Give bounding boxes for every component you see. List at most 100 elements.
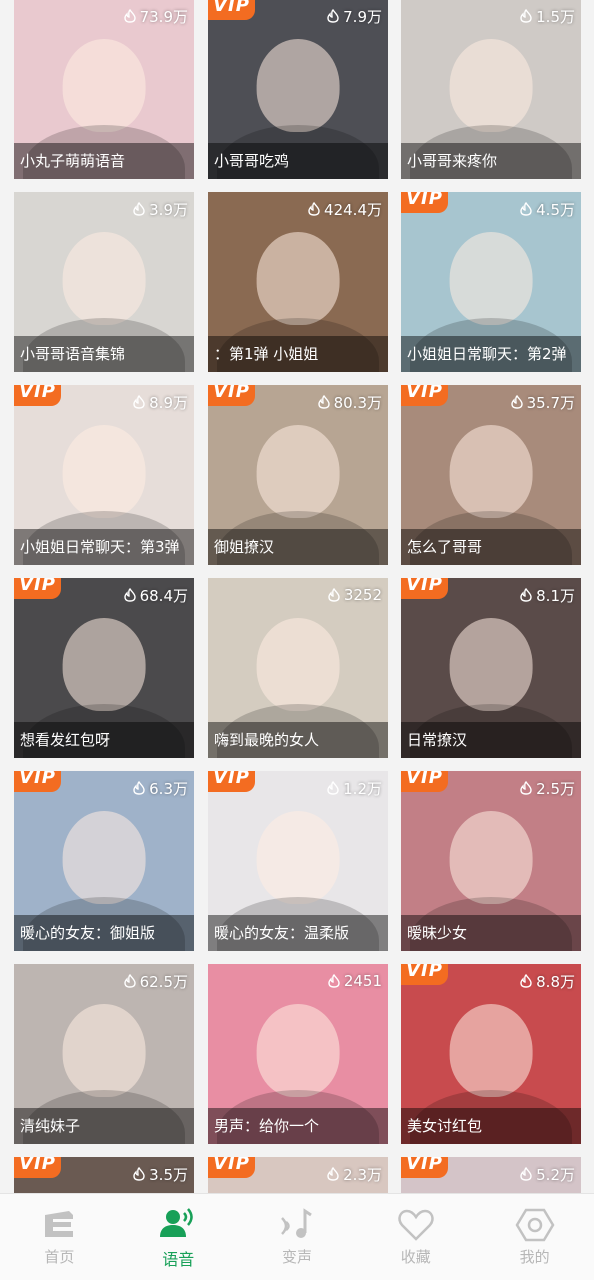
voice-card[interactable]: VIP 2.3万 xyxy=(208,1157,388,1194)
vip-badge: VIP xyxy=(208,0,255,20)
fire-icon xyxy=(520,974,532,988)
vip-badge: VIP xyxy=(401,578,448,599)
card-caption: 御姐撩汉 xyxy=(208,529,388,565)
fire-icon xyxy=(133,1167,145,1181)
fire-icon xyxy=(510,395,523,409)
card-caption: 清纯妹子 xyxy=(14,1108,194,1144)
view-count-text: 1.5万 xyxy=(536,7,575,26)
fire-icon xyxy=(133,781,145,795)
voice-card[interactable]: 2451 男声：给你一个 xyxy=(208,964,388,1144)
fire-icon xyxy=(123,588,136,602)
card-caption: 小姐姐日常聊天：第2弹 xyxy=(401,336,581,372)
voice-card[interactable]: VIP 4.5万小姐姐日常聊天：第2弹 xyxy=(401,192,581,372)
view-count-text: 1.2万 xyxy=(343,779,382,798)
voice-card[interactable]: VIP 80.3万 御姐撩汉 xyxy=(208,385,388,565)
fire-icon xyxy=(520,588,532,602)
voice-card[interactable]: 424.4万 ：第1弹 小姐姐 xyxy=(208,192,388,372)
card-caption: 暖心的女友：温柔版 xyxy=(208,915,388,951)
fire-icon xyxy=(317,395,330,409)
voice-card[interactable]: VIP 1.2万暖心的女友：温柔版 xyxy=(208,771,388,951)
view-count-text: 424.4万 xyxy=(324,200,382,219)
voice-card[interactable]: VIP 8.1万 日常撩汉 xyxy=(401,578,581,758)
fire-icon xyxy=(327,781,339,795)
view-count: 2.5万 xyxy=(519,777,575,799)
vip-badge: VIP xyxy=(14,771,61,792)
view-count-text: 6.3万 xyxy=(149,779,188,798)
tab-mine[interactable]: 我的 xyxy=(475,1194,594,1280)
tab-home[interactable]: 首页 xyxy=(0,1194,119,1280)
fire-icon xyxy=(328,974,340,988)
tab-favorites[interactable]: 收藏 xyxy=(356,1194,475,1280)
tab-voice-change-label: 变声 xyxy=(281,1248,312,1266)
voice-card[interactable]: VIP 68.4万 想看发红包呀 xyxy=(14,578,194,758)
card-caption: 想看发红包呀 xyxy=(14,722,194,758)
voice-card[interactable]: VIP 5.2万 xyxy=(401,1157,581,1194)
view-count-text: 2451 xyxy=(343,972,382,990)
voice-user-icon xyxy=(160,1208,193,1237)
tab-voice-change[interactable]: 变声 xyxy=(238,1194,357,1280)
fire-icon xyxy=(327,9,339,23)
vip-badge: VIP xyxy=(14,1157,61,1178)
tab-voice-label: 语音 xyxy=(162,1250,195,1269)
view-count: 4.5万 xyxy=(519,198,575,220)
view-count: 5.2万 xyxy=(519,1163,575,1185)
view-count-text: 35.7万 xyxy=(526,393,575,412)
view-count-text: 80.3万 xyxy=(333,393,382,412)
fire-icon xyxy=(328,588,340,602)
card-caption: 怎么了哥哥 xyxy=(401,529,581,565)
voice-card[interactable]: VIP 2.5万 暧昧少女 xyxy=(401,771,581,951)
vip-badge: VIP xyxy=(401,192,448,213)
vip-badge: VIP xyxy=(208,1157,255,1178)
view-count: 68.4万 xyxy=(123,584,188,606)
view-count-text: 68.4万 xyxy=(139,586,188,605)
view-count-text: 5.2万 xyxy=(536,1165,575,1184)
view-count: 7.9万 xyxy=(326,5,382,27)
card-caption: 美女讨红包 xyxy=(401,1108,581,1144)
view-count-text: 73.9万 xyxy=(139,7,188,26)
voice-card[interactable]: 3.9万 小哥哥语音集锦 xyxy=(14,192,194,372)
view-count-text: 7.9万 xyxy=(343,7,382,26)
heart-icon xyxy=(398,1209,434,1241)
voice-card[interactable]: 73.9万小丸子萌萌语音 xyxy=(14,0,194,179)
home-icon xyxy=(45,1211,74,1237)
voice-card[interactable]: VIP 8.8万美女讨红包 xyxy=(401,964,581,1144)
view-count-text: 4.5万 xyxy=(536,200,575,219)
fire-icon xyxy=(123,9,136,23)
fire-icon xyxy=(133,395,145,409)
view-count-text: 62.5万 xyxy=(139,972,188,991)
view-count: 3.5万 xyxy=(132,1163,188,1185)
view-count: 35.7万 xyxy=(510,391,575,413)
view-count-text: 8.8万 xyxy=(536,972,575,991)
card-caption: 男声：给你一个 xyxy=(208,1108,388,1144)
fire-icon xyxy=(520,1167,532,1181)
vip-badge: VIP xyxy=(401,385,448,406)
card-caption: 小哥哥来疼你 xyxy=(401,143,581,179)
view-count: 80.3万 xyxy=(317,391,382,413)
voice-card[interactable]: VIP 3.5万 xyxy=(14,1157,194,1194)
hexagon-icon xyxy=(515,1208,555,1242)
card-caption: ：第1弹 小姐姐 xyxy=(208,336,388,372)
fire-icon xyxy=(133,202,145,216)
view-count: 1.5万 xyxy=(519,5,575,27)
fire-icon xyxy=(123,974,136,988)
vip-badge: VIP xyxy=(401,964,448,985)
view-count: 8.1万 xyxy=(519,584,575,606)
view-count-text: 2.5万 xyxy=(536,779,575,798)
voice-card[interactable]: VIP 35.7万怎么了哥哥 xyxy=(401,385,581,565)
fire-icon xyxy=(520,9,532,23)
card-caption: 小姐姐日常聊天：第3弹 xyxy=(14,529,194,565)
tab-voice[interactable]: 语音 xyxy=(119,1194,238,1280)
voice-card[interactable]: VIP 7.9万 小哥哥吃鸡 xyxy=(208,0,388,179)
voice-card[interactable]: VIP 6.3万暖心的女友：御姐版 xyxy=(14,771,194,951)
voice-card[interactable]: 3252 嗨到最晚的女人 xyxy=(208,578,388,758)
voice-card[interactable]: 62.5万清纯妹子 xyxy=(14,964,194,1144)
card-caption: 暖心的女友：御姐版 xyxy=(14,915,194,951)
voice-card[interactable]: 1.5万小哥哥来疼你 xyxy=(401,0,581,179)
fire-icon xyxy=(520,781,532,795)
tab-home-label: 首页 xyxy=(44,1248,75,1266)
voice-card-grid: 73.9万 小丸子萌萌语音 VIP 7.9万 小哥哥吃鸡 1.5万 小哥哥来疼你 3.9万 小哥… xyxy=(0,0,594,1194)
voice-card[interactable]: VIP 8.9万 小姐姐日常聊天：第3弹 xyxy=(14,385,194,565)
card-caption: 小丸子萌萌语音 xyxy=(14,143,194,179)
vip-badge: VIP xyxy=(401,1157,448,1178)
vip-badge: VIP xyxy=(208,771,255,792)
